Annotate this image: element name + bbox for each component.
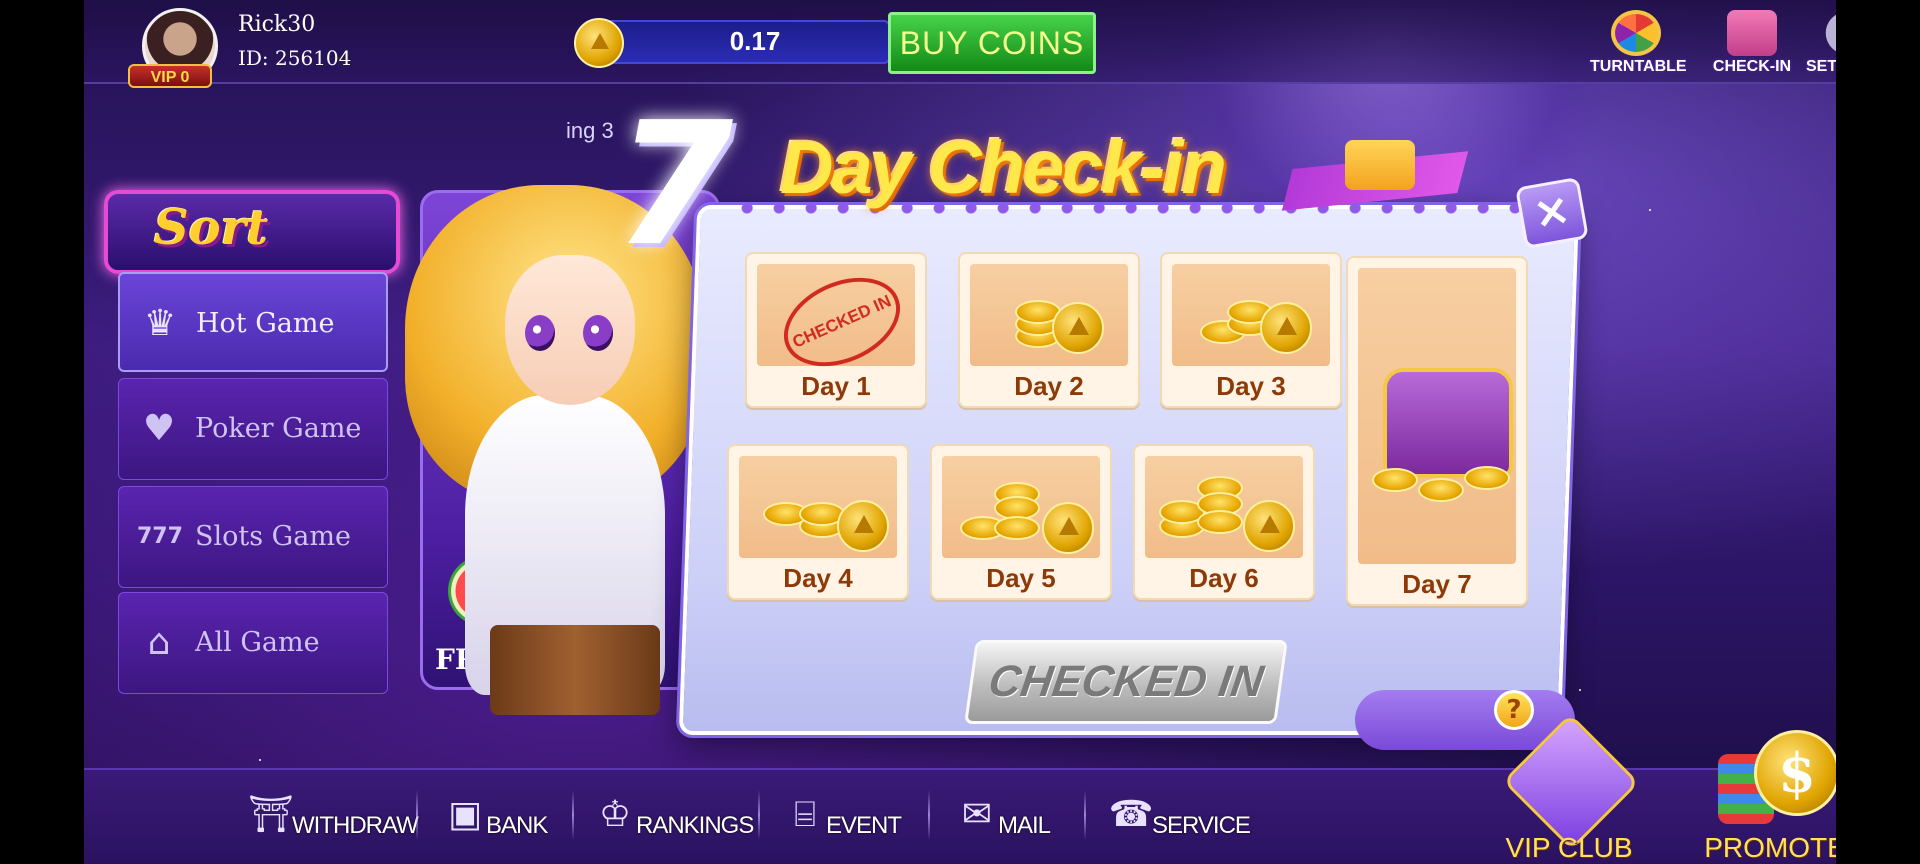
mail-icon: ✉: [961, 794, 993, 835]
coin-stack-icon: [1197, 510, 1243, 534]
wheel-icon: [1611, 10, 1661, 56]
day-label: Day 1: [801, 371, 871, 401]
gift-icon: ⌸: [794, 794, 816, 835]
coin-icon: [574, 18, 624, 68]
day-cell-inner: [1172, 264, 1330, 366]
sort-item-label: All Game: [195, 627, 320, 658]
withdraw-icon: ⛩: [248, 794, 294, 835]
title-number: 7: [615, 86, 734, 284]
coin-stack-icon: [994, 516, 1040, 540]
dollar-coin-icon: $: [1754, 730, 1840, 816]
letterbox-right: [1836, 0, 1920, 864]
crown-icon: ♛: [143, 303, 177, 344]
modal-title: Day Check-in: [780, 126, 1227, 209]
coin-stack-icon: [1464, 466, 1510, 490]
nav-separator: [928, 790, 930, 840]
day-cell-1[interactable]: CHECKED IN Day 1: [745, 252, 927, 408]
sort-item-label: Poker Game: [195, 413, 362, 444]
mascot-legs: [490, 625, 660, 715]
coin-stack-icon: [1418, 478, 1464, 502]
nav-separator: [416, 790, 418, 840]
gift-box-icon: [1345, 140, 1415, 190]
marquee-text: ing 3: [566, 118, 614, 143]
day-cell-inner: [1145, 456, 1303, 558]
user-id: ID: 256104: [238, 46, 352, 70]
service-label: SERVICE: [1152, 812, 1251, 839]
calendar-gift-icon: [1727, 10, 1777, 56]
sort-item-label: Hot Game: [196, 308, 335, 339]
trophy-icon: ♔: [598, 794, 632, 835]
nav-separator: [758, 790, 760, 840]
day-label: Day 7: [1402, 569, 1472, 599]
poker-card-icon: ♥: [142, 408, 176, 449]
day-cell-2[interactable]: Day 2: [958, 252, 1140, 408]
bank-label: BANK: [486, 812, 548, 839]
day-cell-3[interactable]: Day 3: [1160, 252, 1342, 408]
day-cell-4[interactable]: Day 4: [727, 444, 909, 600]
coin-icon: [1260, 302, 1312, 354]
checked-in-button[interactable]: CHECKED IN: [964, 640, 1288, 724]
sort-item-hot-game[interactable]: ♛ Hot Game: [118, 272, 388, 372]
safe-icon: ▣: [447, 794, 482, 835]
coin-icon: [1042, 502, 1094, 554]
day-cell-5[interactable]: Day 5: [930, 444, 1112, 600]
coin-stack-icon: [1372, 468, 1418, 492]
treasure-chest-icon: [1383, 368, 1513, 478]
coin-icon: [1052, 302, 1104, 354]
coin-icon: [1243, 500, 1295, 552]
nav-separator: [1084, 790, 1086, 840]
mascot-eye: [583, 315, 613, 351]
withdraw-label: WITHDRAW: [292, 812, 419, 839]
letterbox-left: [0, 0, 84, 864]
home-icon: ⌂: [147, 622, 171, 663]
turntable-button[interactable]: TURNTABLE: [1590, 10, 1687, 76]
vip-club-label: VIP CLUB: [1505, 832, 1633, 863]
mail-label: MAIL: [998, 812, 1051, 839]
checked-in-stamp: CHECKED IN: [770, 260, 914, 384]
day-cell-inner: [1358, 268, 1516, 564]
close-button[interactable]: ×: [1515, 176, 1589, 250]
vip-gem-icon: [1502, 713, 1640, 851]
username: Rick30: [238, 12, 316, 37]
sort-item-label: Slots Game: [195, 521, 351, 552]
day-cell-7[interactable]: Day 7: [1346, 256, 1528, 606]
day-label: Day 5: [986, 563, 1056, 593]
sort-title: Sort: [104, 190, 400, 274]
mascot-eye: [525, 315, 555, 351]
sort-item-poker-game[interactable]: ♥ Poker Game: [118, 378, 388, 480]
check-in-button[interactable]: CHECK-IN: [1706, 10, 1798, 76]
day-label: Day 6: [1189, 563, 1259, 593]
turntable-label: TURNTABLE: [1590, 58, 1687, 75]
game-lobby-screen: VIP 0 Rick30 ID: 256104 0.17 BUY COINS T…: [0, 0, 1920, 864]
coin-balance: 0.17: [729, 26, 781, 56]
check-in-label: CHECK-IN: [1712, 58, 1792, 75]
day-cell-inner: CHECKED IN: [757, 260, 915, 384]
vip-badge: VIP 0: [128, 64, 212, 88]
day-label: Day 2: [1014, 371, 1084, 401]
day-label: Day 3: [1216, 371, 1286, 401]
day-label: Day 4: [783, 563, 853, 593]
sort-item-all-game[interactable]: ⌂ All Game: [118, 592, 388, 694]
vip-club-button[interactable]: VIP CLUB: [1494, 713, 1644, 864]
coin-icon: [837, 500, 889, 552]
buy-coins-button[interactable]: BUY COINS: [888, 12, 1096, 74]
day-cell-inner: [739, 456, 897, 558]
day-cell-inner: [942, 456, 1100, 558]
sort-title-text: Sort: [154, 200, 269, 256]
rankings-label: RANKINGS: [636, 812, 754, 839]
day-cell-inner: [970, 264, 1128, 366]
day-cell-6[interactable]: Day 6: [1133, 444, 1315, 600]
telephone-icon: ☎: [1108, 794, 1154, 835]
nav-separator: [572, 790, 574, 840]
slot-777-icon: 777: [137, 524, 183, 549]
promote-label: PROMOTE: [1704, 832, 1846, 863]
event-label: EVENT: [826, 812, 902, 839]
sort-item-slots-game[interactable]: 777 Slots Game: [118, 486, 388, 588]
promote-button[interactable]: $ PROMOTE: [1700, 720, 1850, 864]
